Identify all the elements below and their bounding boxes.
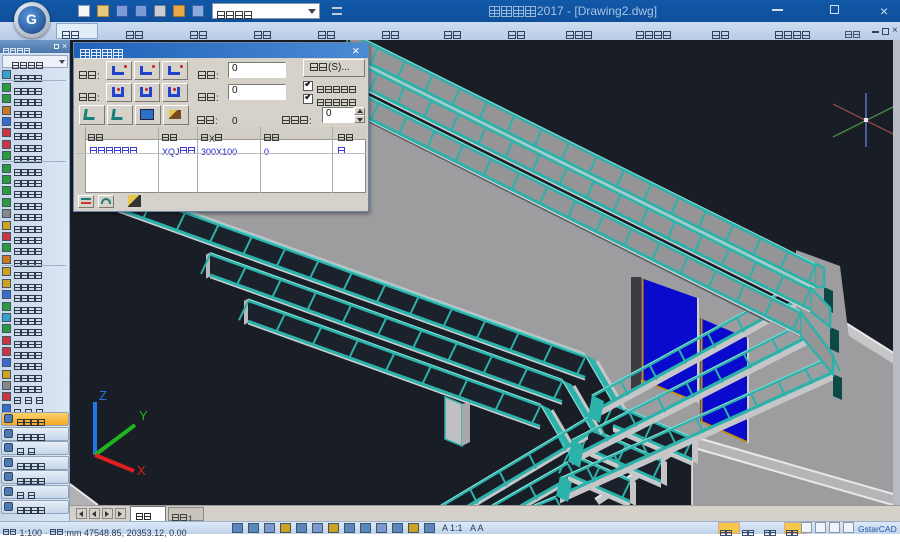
svg-text:Y: Y — [139, 408, 148, 423]
svg-text:X: X — [137, 463, 146, 478]
svg-text:Z: Z — [99, 388, 107, 403]
